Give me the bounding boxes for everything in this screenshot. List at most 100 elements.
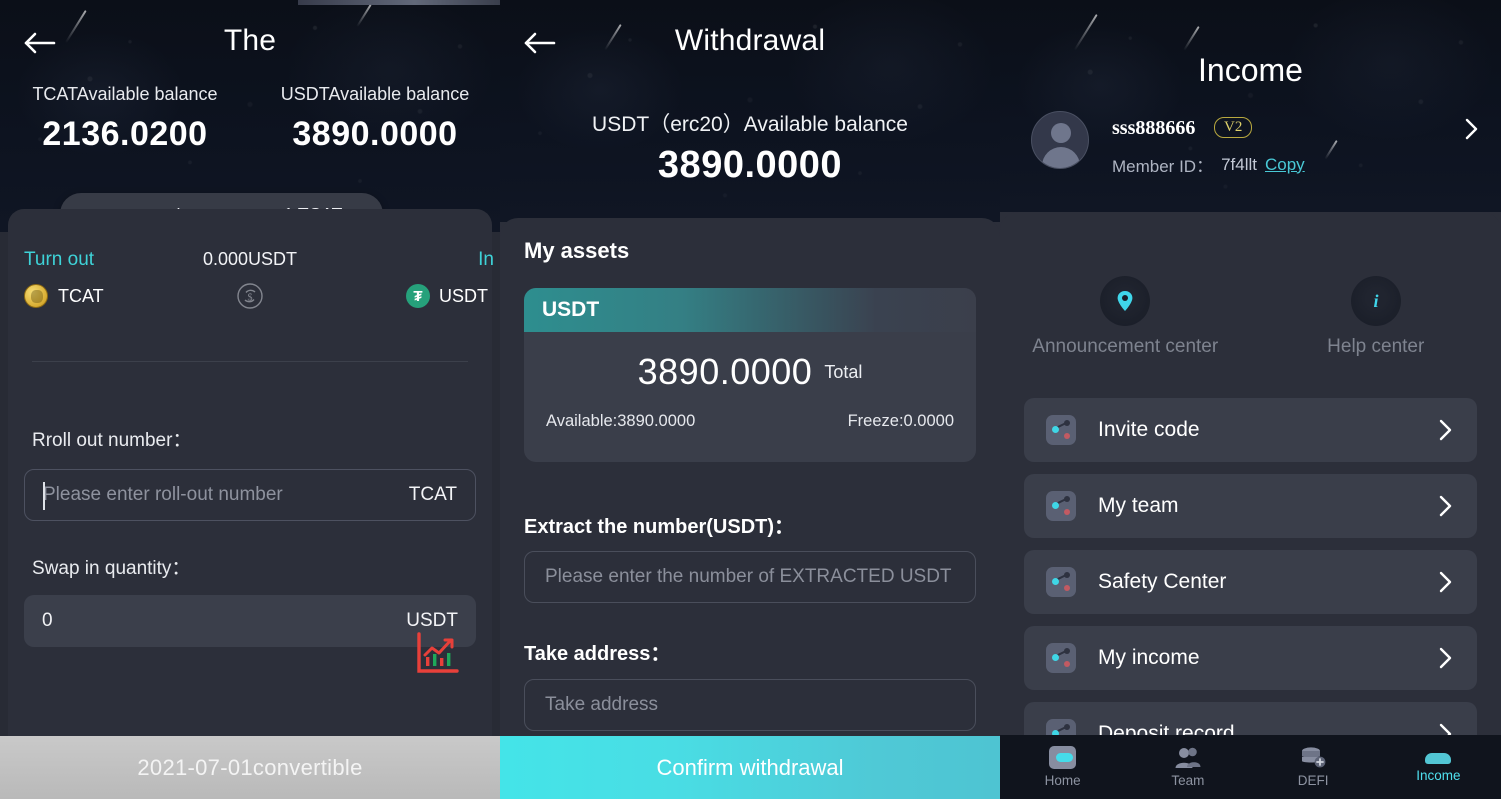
withdraw-balance-value: 3890.0000 [657, 144, 843, 186]
confirm-withdrawal-button[interactable]: Confirm withdrawal [500, 736, 1000, 799]
divider [32, 361, 468, 362]
asset-total-label: Total [824, 361, 863, 382]
chevron-right-icon [1439, 419, 1452, 441]
tab-label: DEFI [1297, 773, 1329, 788]
balance-row: TCATAvailable balance 2136.0200 USDTAvai… [0, 84, 500, 154]
menu-item-label: My income [1098, 646, 1200, 669]
level-badge: V2 [1214, 117, 1253, 138]
page-title: Income [1198, 52, 1303, 88]
chevron-right-icon [1439, 571, 1452, 593]
profile-detail-button[interactable] [1463, 116, 1481, 142]
from-token-label: TCAT [58, 285, 104, 306]
asset-footer-row: Available:3890.0000 Freeze:0.0000 [524, 412, 976, 431]
tab-income[interactable]: Income [1376, 735, 1501, 799]
comet-decor [1183, 26, 1200, 51]
trending-chart-button[interactable] [414, 630, 460, 676]
centers-row: Announcement center i Help center [1000, 276, 1501, 358]
tab-defi[interactable]: DEFI [1251, 735, 1376, 799]
comet-decor [1073, 14, 1098, 51]
announcement-center-label: Announcement center [1032, 336, 1219, 357]
swapin-label: Swap in quantity： [32, 558, 191, 579]
to-token-selector[interactable]: ₮ USDT [339, 284, 488, 308]
avatar-body [1042, 147, 1080, 168]
asset-available: Available:3890.0000 [546, 412, 696, 430]
take-address-input[interactable]: Take address [524, 679, 976, 731]
swapin-input[interactable]: 0 USDT [24, 595, 476, 647]
swap-card: Turn out 0.000USDT In TCAT $ ₮ USDT Rrol… [8, 209, 494, 736]
withdrawal-navbar: Withdrawal [500, 0, 1000, 88]
usdt-coin-icon: ₮ [405, 284, 430, 308]
extract-number-label: Extract the number(USDT)： [524, 516, 795, 538]
users-icon [1175, 747, 1201, 768]
swap-selector: Turn out 0.000USDT In TCAT $ ₮ USDT [24, 249, 494, 310]
rollout-unit: TCAT [408, 484, 457, 505]
take-address-placeholder: Take address [545, 694, 659, 715]
help-center-button[interactable]: i Help center [1251, 276, 1501, 358]
confirm-withdrawal-label: Confirm withdrawal [656, 754, 844, 780]
convertible-date-bar[interactable]: 2021-07-01convertible [0, 736, 500, 799]
comet-decor [1324, 140, 1338, 160]
share-nodes-icon [1046, 643, 1076, 673]
convertible-date-label: 2021-07-01convertible [137, 754, 363, 780]
extract-number-input[interactable]: Please enter the number of EXTRACTED USD… [524, 551, 976, 603]
income-header-background [1000, 0, 1501, 212]
balance-tcat: TCATAvailable balance 2136.0200 [0, 84, 250, 154]
withdrawal-screen: Withdrawal USDT（erc20）Available balance … [500, 0, 1000, 799]
swap-middle-amount: 0.000USDT [202, 249, 298, 269]
tcat-coin-icon [24, 284, 48, 308]
income-sheet: Announcement center i Help center Invite… [1000, 212, 1501, 799]
asset-card[interactable]: USDT 3890.0000 Total Available:3890.0000… [524, 288, 976, 462]
balance-value: 2136.0200 [42, 115, 208, 153]
swap-direction-button[interactable]: $ [173, 282, 327, 310]
avatar-head [1051, 123, 1071, 143]
rollout-placeholder: Please enter roll-out number [43, 484, 283, 505]
share-nodes-icon [1046, 567, 1076, 597]
text-caret [43, 482, 45, 510]
asset-freeze: Freeze:0.0000 [847, 412, 954, 430]
balance-label: USDTAvailable balance [280, 84, 470, 104]
swapin-unit: USDT [406, 610, 458, 631]
avatar[interactable] [1031, 111, 1089, 169]
member-id-value: 7f4llt [1221, 154, 1257, 174]
asset-token-label: USDT [542, 298, 600, 321]
menu-item-invite-code[interactable]: Invite code [1024, 398, 1477, 462]
announcement-center-button[interactable]: Announcement center [1000, 276, 1251, 358]
tab-team[interactable]: Team [1125, 735, 1250, 799]
from-token-selector[interactable]: TCAT [24, 284, 173, 308]
income-screen: Income sss888666 V2 Member ID： 7f4llt Co… [1000, 0, 1501, 799]
member-id-label: Member ID： [1112, 157, 1214, 176]
copy-button[interactable]: Copy [1265, 155, 1305, 175]
balance-value: 3890.0000 [292, 115, 458, 153]
menu-item-my-team[interactable]: My team [1024, 474, 1477, 538]
three-phone-screens: The TCATAvailable balance 2136.0200 USDT… [0, 0, 1501, 799]
coins-plus-icon [1302, 747, 1326, 768]
swap-arrows-icon: $ [237, 283, 263, 309]
to-token-label: USDT [438, 285, 488, 306]
income-menu-list: Invite code My team Safety Center My inc… [1024, 398, 1477, 778]
withdrawal-sheet: My assets USDT 3890.0000 Total Available… [500, 218, 1000, 799]
menu-item-safety-center[interactable]: Safety Center [1024, 550, 1477, 614]
swap-navbar: The [0, 0, 500, 88]
page-title: Withdrawal [674, 24, 826, 57]
tab-label: Home [1044, 773, 1081, 788]
menu-item-label: Invite code [1098, 418, 1200, 441]
trending-chart-icon [417, 632, 459, 673]
username: sss888666 [1112, 117, 1196, 139]
share-nodes-icon [1046, 491, 1076, 521]
take-address-label: Take address： [524, 643, 671, 665]
person-icon [1425, 751, 1452, 764]
balance-label: TCATAvailable balance [32, 84, 218, 104]
my-assets-heading: My assets [524, 238, 630, 263]
rollout-input[interactable]: Please enter roll-out number TCAT [24, 469, 476, 521]
asset-total-row: 3890.0000 Total [524, 332, 976, 412]
menu-item-my-income[interactable]: My income [1024, 626, 1477, 690]
announcement-icon-bubble [1100, 276, 1151, 326]
swap-screen: The TCATAvailable balance 2136.0200 USDT… [0, 0, 500, 799]
help-icon-bubble: i [1350, 276, 1401, 326]
tab-home[interactable]: Home [1000, 735, 1125, 799]
home-icon [1049, 746, 1077, 769]
share-nodes-icon [1046, 415, 1076, 445]
tab-label: Income [1416, 768, 1461, 783]
menu-item-label: My team [1098, 494, 1179, 517]
asset-total-value: 3890.0000 [637, 351, 813, 392]
